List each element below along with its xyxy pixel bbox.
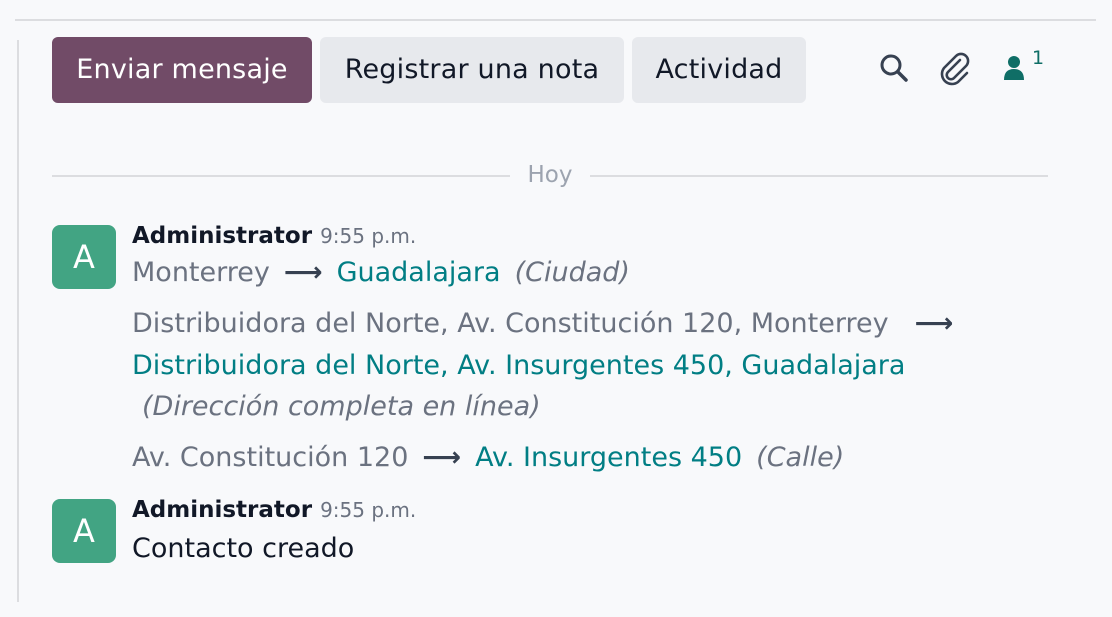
message-time: 9:55 p.m. [320, 224, 417, 248]
message-header: Administrator 9:55 p.m. [132, 223, 416, 249]
activity-button[interactable]: Actividad [632, 37, 806, 103]
arrow-right-icon: ⟶ [422, 442, 462, 473]
author-name[interactable]: Administrator [132, 497, 312, 523]
tracking-line: Distribuidora del Norte, Av. Constitució… [132, 308, 967, 339]
arrow-right-icon: ⟶ [283, 257, 323, 288]
tracking-line-continued: Distribuidora del Norte, Av. Insurgentes… [132, 350, 905, 381]
field-name: (Calle) [756, 442, 845, 473]
followers-count: 1 [1032, 47, 1045, 69]
field-name: (Dirección completa en línea) [142, 391, 541, 422]
top-divider [15, 19, 1096, 21]
new-value: Av. Insurgentes 450 [475, 442, 743, 473]
tracking-line: Av. Constitución 120 ⟶ Av. Insurgentes 450… [132, 442, 844, 473]
message-header: Administrator 9:55 p.m. [132, 497, 416, 523]
old-value: Monterrey [132, 257, 270, 288]
old-value: Av. Constitución 120 [132, 442, 409, 473]
tracking-field-line: (Dirección completa en línea) [132, 391, 541, 422]
left-border [17, 40, 19, 602]
separator-line [52, 175, 510, 177]
new-value: Guadalajara [336, 257, 501, 288]
send-message-button[interactable]: Enviar mensaje [52, 37, 312, 103]
date-separator: Hoy [52, 158, 1048, 192]
chatter: Enviar mensaje Registrar una nota Activi… [0, 0, 1112, 617]
log-note-button[interactable]: Registrar una nota [320, 37, 624, 103]
message-time: 9:55 p.m. [320, 498, 417, 522]
separator-line [590, 175, 1048, 177]
author-name[interactable]: Administrator [132, 223, 312, 249]
tracking-line: Monterrey ⟶ Guadalajara (Ciudad) [132, 257, 630, 288]
date-label: Hoy [527, 162, 573, 188]
new-value: Distribuidora del Norte, Av. Insurgentes… [132, 350, 906, 381]
arrow-right-icon: ⟶ [914, 308, 954, 339]
avatar[interactable]: A [52, 225, 116, 289]
followers-button[interactable] [996, 50, 1032, 86]
message-body: Contacto creado [132, 533, 355, 564]
old-value: Distribuidora del Norte, Av. Constitució… [132, 308, 889, 339]
avatar[interactable]: A [52, 499, 116, 563]
paperclip-icon[interactable] [936, 50, 972, 86]
field-name: (Ciudad) [514, 257, 630, 288]
user-icon [1004, 56, 1024, 80]
search-icon[interactable] [876, 50, 912, 86]
